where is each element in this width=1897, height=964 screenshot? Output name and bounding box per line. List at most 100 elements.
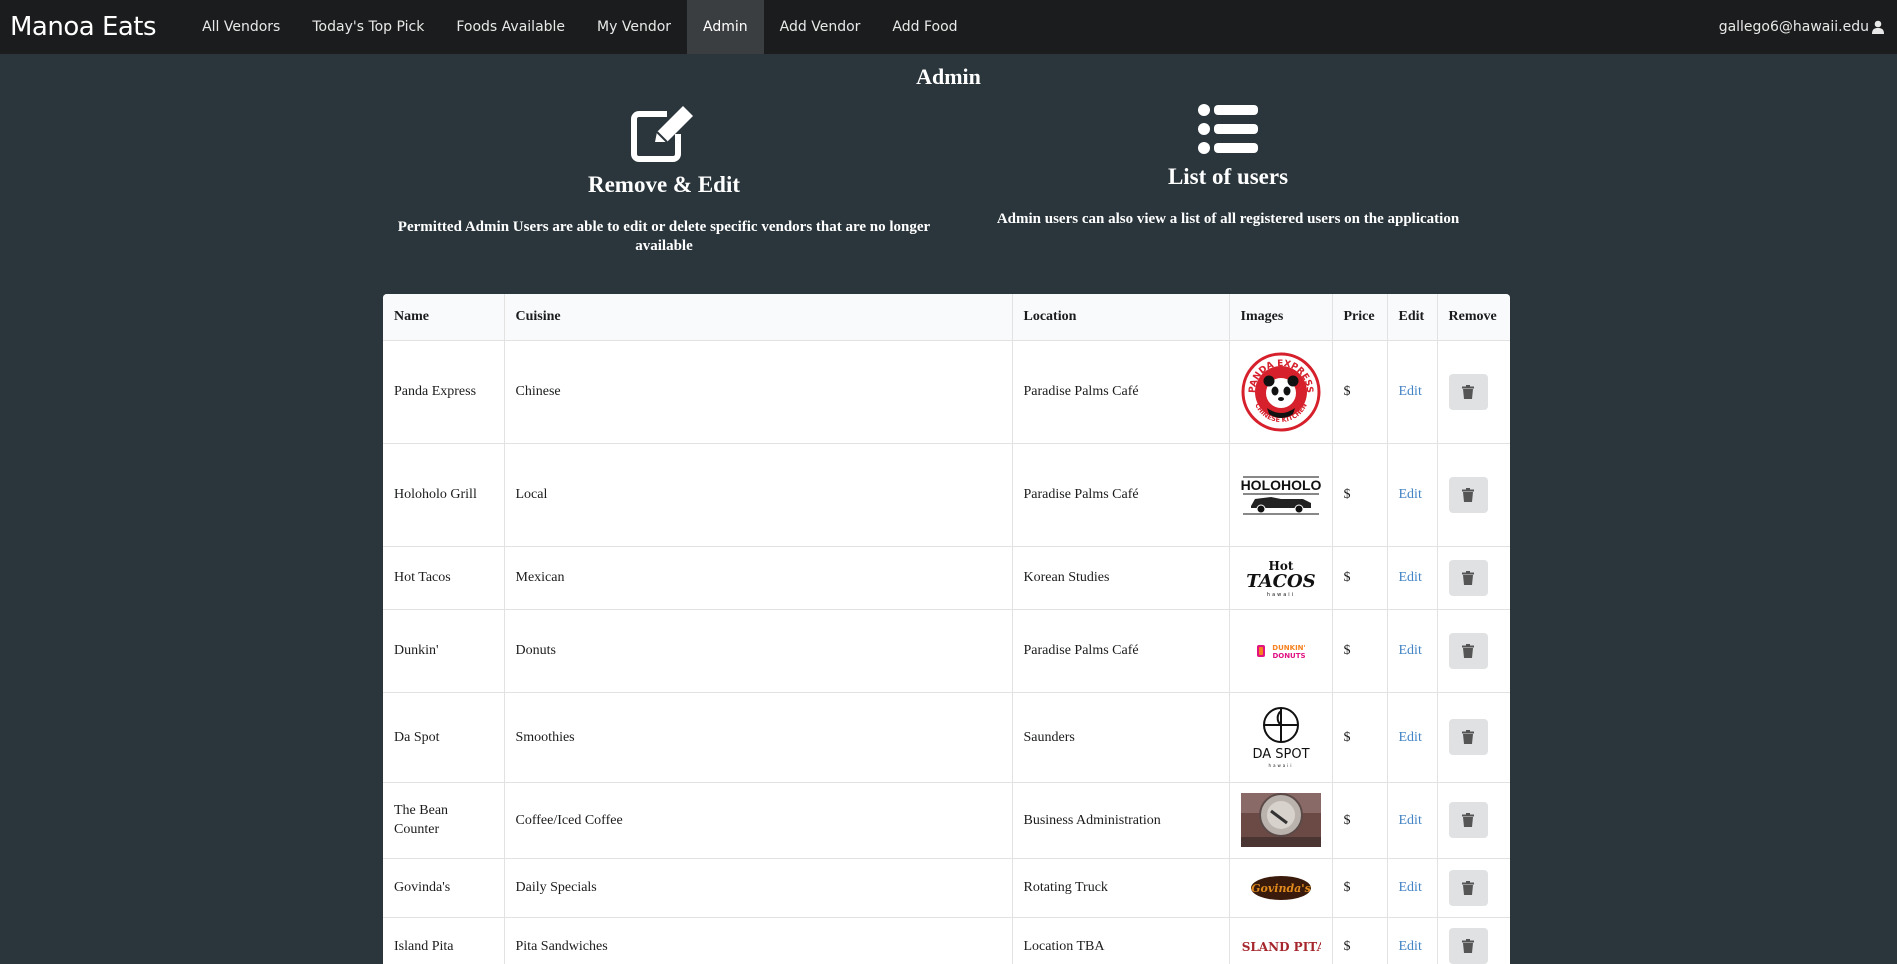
remove-button[interactable] — [1448, 928, 1488, 964]
col-header-location: Location — [1012, 294, 1230, 341]
nav-all-vendors[interactable]: All Vendors — [186, 0, 296, 54]
table-row: Da Spot Smoothies Saunders DA SPOT hawai… — [383, 692, 1510, 783]
cell-name: The Bean Counter — [383, 782, 505, 859]
remove-button[interactable] — [1448, 373, 1488, 410]
cell-image: HOLOHOLO — [1229, 443, 1333, 547]
dunkin-logo-donuts: DONUTS — [1272, 652, 1305, 660]
trash-icon — [1462, 730, 1474, 744]
panda-express-logo: PANDA EXPRESS CHINESE KITCHEN — [1241, 352, 1321, 432]
nav-add-food[interactable]: Add Food — [876, 0, 973, 54]
cell-name: Dunkin' — [383, 609, 505, 693]
edit-link[interactable]: Edit — [1399, 939, 1422, 954]
island-pita-logo: ISLAND PITA — [1241, 934, 1321, 958]
table-row: Hot Tacos Mexican Korean Studies Hot TAC… — [383, 546, 1510, 610]
cell-price: $ — [1332, 858, 1388, 918]
feature-text-remove-edit: Permitted Admin Users are able to edit o… — [397, 219, 931, 254]
cell-location: Saunders — [1012, 692, 1230, 783]
trash-icon — [1462, 384, 1474, 399]
cell-cuisine: Pita Sandwiches — [504, 917, 1013, 964]
cell-image: PANDA EXPRESS CHINESE KITCHEN — [1229, 340, 1333, 444]
col-header-name: Name — [383, 294, 505, 341]
trash-icon — [1462, 880, 1474, 895]
col-header-images: Images — [1229, 294, 1333, 341]
cell-price: $ — [1332, 692, 1388, 783]
hot-tacos-logo-tacos: TACOS — [1246, 571, 1315, 592]
cell-name: Govinda's — [383, 858, 505, 918]
cell-cuisine: Smoothies — [504, 692, 1013, 783]
cell-image: Hot TACOS hawaii — [1229, 546, 1333, 610]
table-row: Island Pita Pita Sandwiches Location TBA… — [383, 917, 1510, 964]
page-title: Admin — [916, 64, 981, 89]
edit-link[interactable]: Edit — [1399, 730, 1422, 745]
trash-icon — [1462, 643, 1474, 658]
nav-admin[interactable]: Admin — [687, 0, 764, 54]
vendors-table: Name Cuisine Location Images Price Edit … — [383, 294, 1510, 964]
cell-cuisine: Donuts — [504, 609, 1013, 693]
table-row: Govinda's Daily Specials Rotating Truck … — [383, 858, 1510, 918]
hot-tacos-logo-hawaii: hawaii — [1266, 592, 1294, 598]
nav-add-vendor[interactable]: Add Vendor — [764, 0, 877, 54]
cell-cuisine: Daily Specials — [504, 858, 1013, 918]
remove-button[interactable] — [1448, 632, 1488, 669]
cell-price: $ — [1332, 443, 1388, 547]
cell-location: Korean Studies — [1012, 546, 1230, 610]
dunkin-logo: DUNKIN' DONUTS — [1241, 639, 1321, 663]
table-row: The Bean Counter Coffee/Iced Coffee Busi… — [383, 782, 1510, 859]
cell-image — [1229, 782, 1333, 859]
nav-my-vendor[interactable]: My Vendor — [581, 0, 687, 54]
trash-icon — [1462, 487, 1474, 502]
edit-link[interactable]: Edit — [1399, 643, 1422, 658]
cell-image: DUNKIN' DONUTS — [1229, 609, 1333, 693]
col-header-price: Price — [1332, 294, 1388, 341]
feature-title-list-users: List of users — [1167, 164, 1289, 189]
brand-logo[interactable]: Manoa Eats — [0, 12, 166, 42]
nav-todays-top-pick[interactable]: Today's Top Pick — [296, 0, 440, 54]
island-pita-logo-text: ISLAND PITA — [1241, 940, 1321, 954]
col-header-remove: Remove — [1437, 294, 1510, 341]
cell-image: ISLAND PITA — [1229, 917, 1333, 964]
cell-location: Business Administration — [1012, 782, 1230, 859]
nav-foods-available[interactable]: Foods Available — [440, 0, 581, 54]
cell-location: Location TBA — [1012, 917, 1230, 964]
cell-cuisine: Local — [504, 443, 1013, 547]
feature-title-remove-edit: Remove & Edit — [587, 172, 741, 197]
cell-image: DA SPOT hawaii — [1229, 692, 1333, 783]
cell-location: Paradise Palms Café — [1012, 443, 1230, 547]
feature-text-list-users: Admin users can also view a list of all … — [996, 211, 1460, 227]
edit-link[interactable]: Edit — [1399, 487, 1422, 502]
edit-link[interactable]: Edit — [1399, 384, 1422, 399]
edit-link[interactable]: Edit — [1399, 880, 1422, 895]
cell-location: Rotating Truck — [1012, 858, 1230, 918]
bean-counter-logo — [1240, 793, 1321, 847]
list-icon — [1198, 104, 1258, 154]
table-row: Dunkin' Donuts Paradise Palms Café DUNKI… — [383, 609, 1510, 693]
table-row: Holoholo Grill Local Paradise Palms Café… — [383, 443, 1510, 547]
remove-button[interactable] — [1448, 476, 1488, 513]
da-spot-logo: DA SPOT hawaii — [1241, 705, 1321, 769]
trash-icon — [1462, 939, 1474, 953]
cell-cuisine: Mexican — [504, 546, 1013, 610]
hot-tacos-logo: Hot TACOS hawaii — [1241, 556, 1321, 600]
remove-button[interactable] — [1448, 559, 1488, 596]
da-spot-logo-text: DA SPOT — [1252, 747, 1309, 762]
edit-link[interactable]: Edit — [1399, 813, 1422, 828]
cell-cuisine: Chinese — [504, 340, 1013, 444]
user-email: gallego6@hawaii.edu — [1718, 19, 1869, 35]
cell-price: $ — [1332, 546, 1388, 610]
feature-remove-edit: Remove & Edit Permitted Admin Users are … — [394, 104, 934, 256]
remove-button[interactable] — [1448, 869, 1488, 906]
remove-button[interactable] — [1448, 802, 1488, 838]
holoholo-logo: HOLOHOLO — [1241, 473, 1321, 517]
cell-price: $ — [1332, 609, 1388, 693]
cell-name: Holoholo Grill — [383, 443, 505, 547]
cell-name: Da Spot — [383, 692, 505, 783]
cell-price: $ — [1332, 917, 1388, 964]
dunkin-logo-dunkin: DUNKIN' — [1272, 644, 1305, 652]
trash-icon — [1462, 570, 1474, 585]
edit-icon — [631, 106, 693, 162]
remove-button[interactable] — [1448, 719, 1488, 755]
cell-location: Paradise Palms Café — [1012, 340, 1230, 444]
user-menu[interactable]: gallego6@hawaii.edu — [1719, 19, 1897, 35]
user-icon — [1872, 20, 1884, 34]
edit-link[interactable]: Edit — [1399, 570, 1422, 585]
